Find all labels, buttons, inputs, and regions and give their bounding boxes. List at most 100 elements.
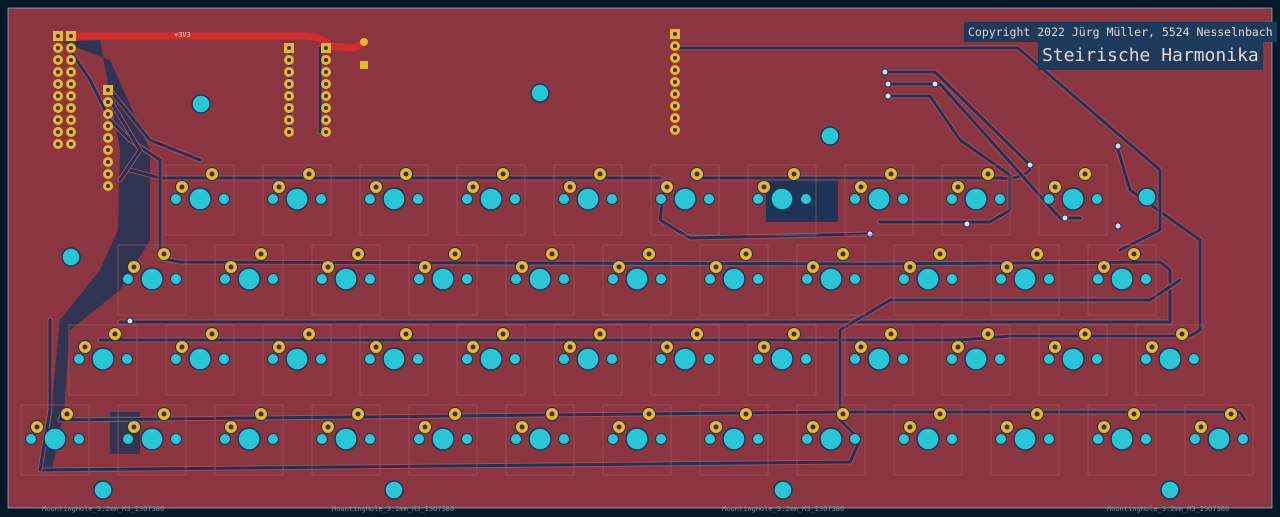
via bbox=[1026, 161, 1034, 169]
header-j1b-drill bbox=[69, 82, 73, 86]
header-j5-drill bbox=[673, 32, 677, 36]
header-j5-drill bbox=[673, 44, 677, 48]
switch-peg-hole bbox=[898, 433, 910, 445]
switch-peg-hole bbox=[897, 193, 909, 205]
switch-peg-hole bbox=[510, 433, 522, 445]
switch-pin-drill bbox=[34, 424, 40, 430]
switch-pin-drill bbox=[161, 411, 167, 417]
switch-pin-drill bbox=[907, 424, 913, 430]
switch-peg-hole bbox=[461, 193, 473, 205]
switch-pin-drill bbox=[470, 344, 476, 350]
switch-peg-hole bbox=[558, 193, 570, 205]
switch-peg-hole bbox=[607, 273, 619, 285]
switch-pin-drill bbox=[840, 251, 846, 257]
switch-peg-hole bbox=[1091, 353, 1103, 365]
switch-center-hole bbox=[188, 347, 212, 371]
switch-peg-hole bbox=[315, 193, 327, 205]
header-j1a-drill bbox=[56, 130, 60, 134]
switch-pin-drill bbox=[713, 264, 719, 270]
header-j1b-drill bbox=[69, 34, 73, 38]
switch-peg-hole bbox=[946, 273, 958, 285]
header-j1a-drill bbox=[56, 82, 60, 86]
switch-peg-hole bbox=[946, 193, 958, 205]
switch-peg-hole bbox=[413, 273, 425, 285]
mounting-hole bbox=[384, 480, 404, 500]
switch-pin-drill bbox=[1052, 344, 1058, 350]
switch-peg-hole bbox=[1043, 193, 1055, 205]
switch-peg-hole bbox=[752, 273, 764, 285]
header-j1a-drill bbox=[56, 106, 60, 110]
header-j1b-drill bbox=[69, 118, 73, 122]
switch-pin-drill bbox=[112, 331, 118, 337]
header-j2-drill bbox=[106, 100, 110, 104]
switch-pin-drill bbox=[1198, 424, 1204, 430]
switch-peg-hole bbox=[461, 273, 473, 285]
switch-peg-hole bbox=[267, 193, 279, 205]
switch-center-hole bbox=[334, 427, 358, 451]
switch-pin-drill bbox=[452, 251, 458, 257]
switch-pin-drill bbox=[694, 171, 700, 177]
switch-center-hole bbox=[576, 347, 600, 371]
switch-pin-drill bbox=[1082, 171, 1088, 177]
switch-pin-drill bbox=[694, 331, 700, 337]
switch-center-hole bbox=[382, 187, 406, 211]
via bbox=[884, 92, 892, 100]
mounting-hole bbox=[93, 480, 113, 500]
mounting-hole-label: MountingHole_3.2mm_M3_ISO7380 bbox=[42, 505, 165, 513]
via bbox=[1061, 214, 1069, 222]
switch-peg-hole bbox=[122, 433, 134, 445]
switch-pin-drill bbox=[325, 264, 331, 270]
switch-pin-drill bbox=[549, 251, 555, 257]
switch-pin-drill bbox=[888, 331, 894, 337]
header-j4-drill bbox=[324, 94, 328, 98]
copyright-text: Copyright 2022 Jürg Müller, 5524 Nesseln… bbox=[964, 22, 1277, 42]
switch-pin-drill bbox=[743, 251, 749, 257]
switch-peg-hole bbox=[267, 353, 279, 365]
switch-center-hole bbox=[528, 427, 552, 451]
switch-peg-hole bbox=[509, 353, 521, 365]
switch-peg-hole bbox=[1189, 433, 1201, 445]
switch-pin-drill bbox=[1082, 331, 1088, 337]
header-j3-drill bbox=[287, 70, 291, 74]
pcb-layout bbox=[7, 7, 1273, 509]
switch-peg-hole bbox=[510, 273, 522, 285]
header-j4-drill bbox=[324, 70, 328, 74]
switch-pin-drill bbox=[1179, 331, 1185, 337]
switch-pin-drill bbox=[209, 331, 215, 337]
switch-pin-drill bbox=[810, 424, 816, 430]
switch-pin-drill bbox=[597, 171, 603, 177]
switch-pin-drill bbox=[355, 411, 361, 417]
switch-peg-hole bbox=[1237, 433, 1249, 445]
switch-pin-drill bbox=[258, 251, 264, 257]
mounting-hole bbox=[1137, 187, 1157, 207]
switch-pin-drill bbox=[179, 184, 185, 190]
switch-pin-drill bbox=[228, 424, 234, 430]
switch-peg-hole bbox=[267, 433, 279, 445]
switch-pin-drill bbox=[888, 171, 894, 177]
mounting-hole bbox=[530, 83, 550, 103]
header-j3-drill bbox=[287, 94, 291, 98]
switch-peg-hole bbox=[606, 353, 618, 365]
header-j4-drill bbox=[324, 46, 328, 50]
header-j5-drill bbox=[673, 92, 677, 96]
via bbox=[884, 80, 892, 88]
switch-peg-hole bbox=[994, 193, 1006, 205]
header-j4-drill bbox=[324, 106, 328, 110]
mounting-hole-label: MountingHole_3.2mm_M3_ISO7380 bbox=[332, 505, 455, 513]
switch-center-hole bbox=[431, 427, 455, 451]
switch-peg-hole bbox=[655, 193, 667, 205]
switch-pin-drill bbox=[646, 251, 652, 257]
switch-peg-hole bbox=[316, 273, 328, 285]
switch-pin-drill bbox=[500, 171, 506, 177]
switch-pin-drill bbox=[761, 184, 767, 190]
header-j1b-drill bbox=[69, 130, 73, 134]
switch-peg-hole bbox=[946, 353, 958, 365]
header-j1b-drill bbox=[69, 106, 73, 110]
switch-peg-hole bbox=[655, 353, 667, 365]
switch-peg-hole bbox=[364, 433, 376, 445]
switch-peg-hole bbox=[170, 273, 182, 285]
switch-pin-drill bbox=[355, 251, 361, 257]
switch-peg-hole bbox=[1043, 433, 1055, 445]
switch-pin-drill bbox=[955, 344, 961, 350]
switch-center-hole bbox=[722, 427, 746, 451]
